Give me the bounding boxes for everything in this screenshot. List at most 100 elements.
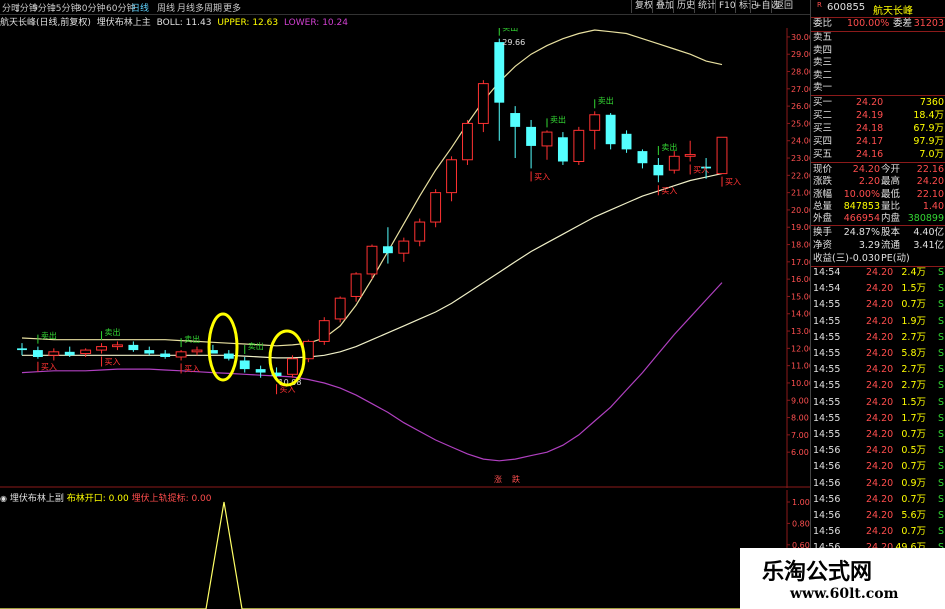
kline-chart[interactable]: 30.00 29.00 28.00 27.00 26.00 25.00 24.00 23.00… [0, 28, 810, 488]
ask-row: 卖五 [813, 32, 833, 43]
sell-label: 卖出 [661, 142, 677, 152]
panel-header: R 600855 航天长峰 [811, 1, 945, 17]
candle [494, 38, 505, 141]
candle [398, 237, 410, 262]
candle-body [287, 358, 298, 375]
quote-stat-row: 外盘 466954 内盘 380899 [813, 213, 944, 225]
candle-body [430, 192, 442, 223]
candle-body [160, 353, 171, 357]
candle-body [255, 369, 266, 373]
candle [287, 355, 298, 378]
candle [477, 80, 489, 133]
tick-row: 14:55 24.20 0.7万 S [813, 299, 944, 311]
candle [637, 149, 648, 169]
candle [510, 106, 521, 159]
candle [366, 244, 378, 280]
buy-label: 买入 [661, 186, 677, 195]
candle [605, 113, 616, 150]
timeframe-tab-6[interactable]: 日线 [131, 1, 149, 14]
sub-indicator-chart[interactable]: 1.000.800.60 [0, 490, 810, 609]
sub-indicator-name[interactable]: 埋伏布林上副 [10, 494, 64, 504]
peak-price-label: 29.66 [502, 38, 525, 47]
tick-row: 14:5624.200.7万S [813, 461, 944, 473]
axis-tick-label: 17.00 [791, 258, 810, 267]
indicator-name[interactable]: 埋伏布林上主 [97, 18, 151, 28]
candle-body [684, 154, 696, 157]
tick-row: 14:55 24.20 1.5万 S [813, 396, 944, 408]
timeframe-tab-8[interactable]: 月线 [177, 1, 195, 14]
candle-body [191, 349, 203, 353]
candle [716, 136, 728, 175]
candle-body [605, 114, 616, 145]
candle-body [494, 42, 505, 103]
sell-label: 卖出 [598, 95, 614, 105]
timeframe-tab-9[interactable]: 多周期 [195, 1, 222, 14]
sell-label: 卖出 [41, 331, 57, 341]
candle-body [96, 346, 107, 351]
candle-body [414, 221, 426, 242]
candle [573, 126, 585, 165]
axis-tick-label: 14.00 [791, 310, 810, 319]
fundamental-row: 收益(三) -0.030 PE(动) [813, 253, 910, 264]
tick-row: 14:56 24.20 5.6万 S [813, 510, 944, 521]
tick-row: 14:55 24.20 2.7万 S [813, 331, 944, 343]
candle [668, 151, 680, 174]
bollinger-open-value: 布林开口: 0.00 [66, 494, 129, 504]
boll-value: BOLL: 11.43 [156, 18, 212, 28]
buy-label: 买入 [534, 172, 550, 181]
quote-panel: R 600855 航天长峰 委比 100.00% 委差 31203 卖五 卖四 卖三… [810, 0, 945, 609]
ask-row: 卖三 [813, 57, 833, 68]
boll-lower-line [21, 282, 723, 462]
axis-tick-label: 7.00 [791, 431, 809, 440]
sell-label: 卖出 [550, 114, 566, 124]
bottom-tag-fall: 跌 [512, 474, 520, 484]
candle [239, 357, 250, 373]
timeframe-tab-4[interactable]: 30分钟 [76, 1, 105, 14]
tick-row: 14:56 24.20 0.5万 S [813, 445, 944, 457]
axis-tick-label: 13.00 [791, 327, 810, 336]
period-toolbar: 分时 1分钟 5分钟 15分钟 30分钟 60分钟 日线 周线 月线 多周期 更多 复权 叠加 历史 统计 F… [0, 0, 945, 15]
candle [334, 296, 346, 323]
candle [175, 350, 187, 361]
axis-tick-label: 12.00 [791, 344, 810, 353]
ask-row: 卖四 [813, 44, 833, 56]
order-ratio-row: 委比 100.00% 委差 31203 [813, 18, 944, 29]
candle-body [48, 351, 60, 356]
candle [430, 189, 442, 228]
gear-icon[interactable]: ◉ [0, 494, 7, 503]
buy-label: 买入 [41, 363, 57, 372]
candle-body [526, 126, 537, 146]
timeframe-tab-10[interactable]: 更多 [223, 1, 241, 14]
candle [191, 346, 203, 356]
candle [526, 119, 537, 169]
candle-body [239, 360, 250, 370]
sub-axis-tick-label: 1.00 [792, 498, 810, 507]
axis-tick-label: 18.00 [791, 241, 810, 250]
timeframe-tab-7[interactable]: 周线 [157, 1, 175, 14]
candle-body [398, 240, 410, 254]
boll-upper-line [21, 29, 723, 347]
sub-axis-tick-label: 0.80 [792, 519, 810, 528]
buy-label: 买入 [693, 165, 709, 174]
toolbar-button-7[interactable]: 返回 [771, 0, 796, 13]
candle-body [334, 297, 346, 320]
watermark: 乐淘公式网 www.60lt.com [740, 548, 945, 609]
tick-row: 14:54 24.20 1.5万 S [813, 283, 944, 295]
axis-tick-label: 23.00 [791, 154, 810, 163]
axis-tick-label: 8.00 [791, 414, 809, 423]
candle-body [318, 320, 330, 342]
divider [811, 162, 945, 163]
axis-tick-label: 9.00 [791, 396, 809, 405]
candle [541, 130, 553, 160]
axis-tick-label: 22.00 [791, 171, 810, 180]
candle [684, 140, 696, 162]
bid-row: 买五 24.16 7.0万 [813, 149, 944, 160]
sell-label: 卖出 [502, 28, 518, 33]
candle-body [350, 273, 362, 297]
buy-label: 买入 [184, 364, 200, 373]
stock-title: 航天长峰(日线,前复权) [0, 18, 91, 28]
watermark-url: www.60lt.com [790, 586, 899, 602]
tick-row: 14:5624.200.7万S [813, 526, 944, 538]
bid-row: 买三 24.18 67.9万 [813, 123, 944, 134]
tick-row: 14:55 24.20 1.9万 S [813, 315, 944, 327]
